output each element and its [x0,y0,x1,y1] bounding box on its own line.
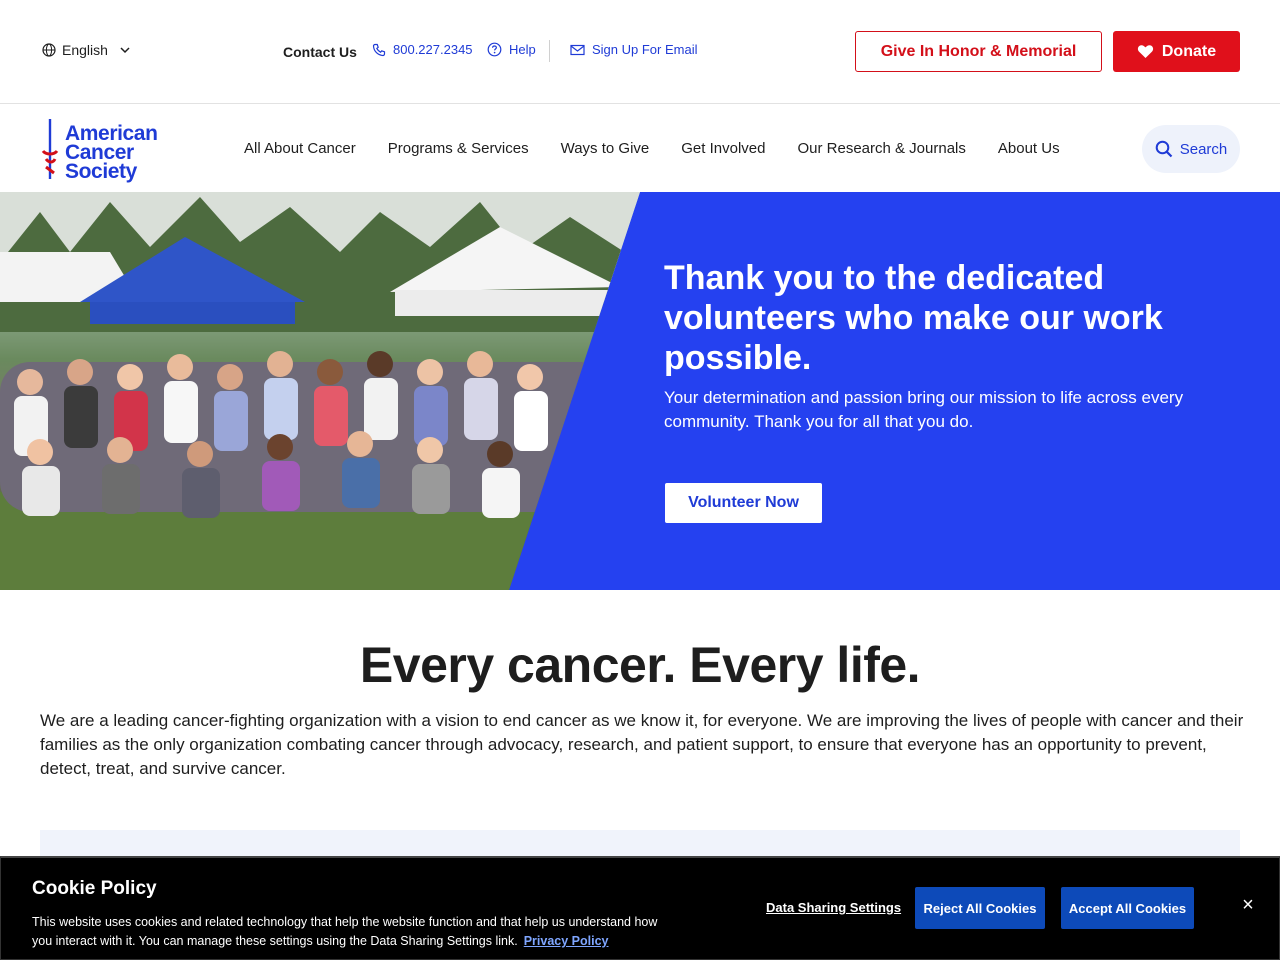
photo-illustration [0,192,640,590]
phone-number: 800.227.2345 [393,42,473,57]
accept-all-cookies-button[interactable]: Accept All Cookies [1061,887,1194,929]
logo-line-3: Society [65,160,137,183]
mission-body: We are a leading cancer-fighting organiz… [40,711,1244,778]
help-link[interactable]: Help [487,42,536,57]
help-label: Help [509,42,536,57]
nav-item-all-about-cancer[interactable]: All About Cancer [244,140,356,157]
cookie-banner: Cookie Policy This website uses cookies … [0,856,1280,960]
close-icon[interactable]: × [1239,895,1257,915]
mail-icon [570,44,585,55]
language-label: English [62,42,108,58]
help-icon [487,42,502,57]
privacy-policy-link[interactable]: Privacy Policy [524,934,609,948]
contact-us-label: Contact Us [283,44,357,60]
nav-item-about-us[interactable]: About Us [998,140,1060,157]
donate-button[interactable]: Donate [1113,31,1240,72]
main-navigation: American Cancer Society All About Cancer… [0,105,1280,192]
nav-item-research-journals[interactable]: Our Research & Journals [797,140,965,157]
language-selector[interactable]: English [42,42,132,58]
heart-icon [1137,45,1153,58]
mission-title: Every cancer. Every life. [359,637,921,693]
search-button[interactable]: Search [1142,125,1240,173]
phone-icon [372,43,386,56]
utility-bar: English Contact Us 800.227.2345 Help Sig… [0,0,1280,104]
logo-wordmark: American Cancer Society [65,123,158,183]
nav-item-programs-services[interactable]: Programs & Services [388,140,529,157]
email-signup-label: Sign Up For Email [592,42,698,57]
nav-item-get-involved[interactable]: Get Involved [681,140,765,157]
hero-title: Thank you to the dedicated volunteers wh… [664,259,1163,377]
hero-subtitle: Your determination and passion bring our… [664,388,1184,431]
give-in-honor-button[interactable]: Give In Honor & Memorial [855,31,1102,72]
volunteer-now-button[interactable]: Volunteer Now [665,483,822,523]
chevron-down-icon [120,47,130,54]
data-sharing-settings-link[interactable]: Data Sharing Settings [766,900,901,915]
email-signup-link[interactable]: Sign Up For Email [570,42,697,57]
cookie-text-block: This website uses cookies and related te… [32,913,672,951]
utility-divider [549,40,550,62]
nav-menu: All About Cancer Programs & Services Way… [244,140,1060,157]
nav-item-ways-to-give[interactable]: Ways to Give [561,140,650,157]
search-label: Search [1179,140,1228,158]
cookie-title: Cookie Policy [32,878,157,899]
donate-label: Donate [1161,42,1217,60]
volunteers-photo [0,192,640,590]
reject-all-cookies-button[interactable]: Reject All Cookies [915,887,1045,929]
globe-icon [42,43,56,57]
hero-banner: Thank you to the dedicated volunteers wh… [0,192,1280,590]
sword-logo-icon [41,119,59,179]
search-icon [1155,140,1173,158]
phone-link[interactable]: 800.227.2345 [372,42,473,57]
acs-logo[interactable]: American Cancer Society [40,117,162,183]
